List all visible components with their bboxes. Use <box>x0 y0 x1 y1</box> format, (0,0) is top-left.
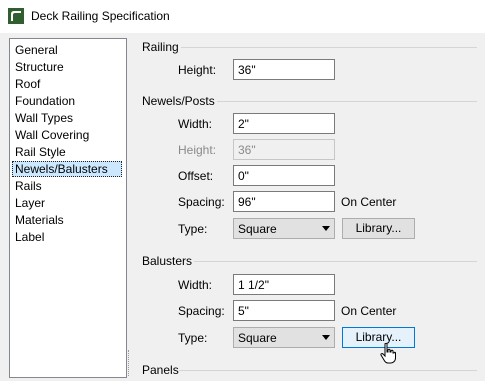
chevron-down-icon <box>322 226 330 231</box>
panels-group-divider <box>179 370 477 371</box>
newel-type-select[interactable]: Square <box>233 218 335 239</box>
balusters-group-divider <box>194 261 477 262</box>
category-list[interactable]: General Structure Roof Foundation Wall T… <box>9 38 127 378</box>
newel-width-label: Width: <box>178 117 213 131</box>
newel-type-label: Type: <box>178 222 208 236</box>
newel-spacing-unit: On Center <box>341 195 397 209</box>
newel-width-input[interactable]: 2" <box>233 113 335 134</box>
baluster-spacing-input[interactable]: 5" <box>233 300 335 321</box>
railing-height-input[interactable]: 36" <box>233 59 335 80</box>
nav-item-wall-covering[interactable]: Wall Covering <box>13 127 91 143</box>
nav-item-structure[interactable]: Structure <box>13 59 66 75</box>
newel-type-value: Square <box>238 222 277 236</box>
newel-height-label: Height: <box>178 143 217 157</box>
baluster-width-input[interactable]: 1 1/2" <box>233 274 335 295</box>
title-bar: Deck Railing Specification <box>0 0 485 33</box>
newel-offset-label: Offset: <box>178 169 214 183</box>
app-logo-icon <box>8 8 24 24</box>
baluster-type-value: Square <box>238 331 277 345</box>
hand-pointer-cursor-icon <box>380 342 396 368</box>
nav-item-roof[interactable]: Roof <box>13 76 42 92</box>
railing-group-divider <box>181 47 477 48</box>
panel-splitter[interactable] <box>128 350 130 376</box>
nav-item-foundation[interactable]: Foundation <box>13 93 77 109</box>
nav-item-rails[interactable]: Rails <box>13 178 44 194</box>
newel-height-input: 36" <box>233 139 335 160</box>
nav-item-layer[interactable]: Layer <box>13 195 47 211</box>
newel-spacing-label: Spacing: <box>178 195 225 209</box>
chevron-down-icon <box>322 335 330 340</box>
nav-item-wall-types[interactable]: Wall Types <box>13 110 75 126</box>
nav-item-newels-balusters[interactable]: Newels/Balusters <box>12 161 122 177</box>
railing-group-title: Railing <box>142 40 179 54</box>
window-title: Deck Railing Specification <box>31 9 170 23</box>
newels-group-title: Newels/Posts <box>142 94 215 108</box>
railing-height-label: Height: <box>178 63 217 77</box>
panels-group-title: Panels <box>142 363 179 377</box>
newel-library-button[interactable]: Library... <box>342 218 415 239</box>
nav-item-label[interactable]: Label <box>13 229 46 245</box>
baluster-library-button[interactable]: Library... <box>342 327 415 348</box>
newels-group-divider <box>217 101 477 102</box>
baluster-type-label: Type: <box>178 331 208 345</box>
balusters-group-title: Balusters <box>142 254 193 268</box>
nav-item-materials[interactable]: Materials <box>13 212 66 228</box>
newel-offset-input[interactable]: 0" <box>233 165 335 186</box>
nav-item-rail-style[interactable]: Rail Style <box>13 144 68 160</box>
newel-spacing-input[interactable]: 96" <box>233 191 335 212</box>
baluster-spacing-unit: On Center <box>341 304 397 318</box>
baluster-spacing-label: Spacing: <box>178 304 225 318</box>
nav-item-general[interactable]: General <box>13 42 60 58</box>
baluster-width-label: Width: <box>178 278 213 292</box>
baluster-type-select[interactable]: Square <box>233 327 335 348</box>
